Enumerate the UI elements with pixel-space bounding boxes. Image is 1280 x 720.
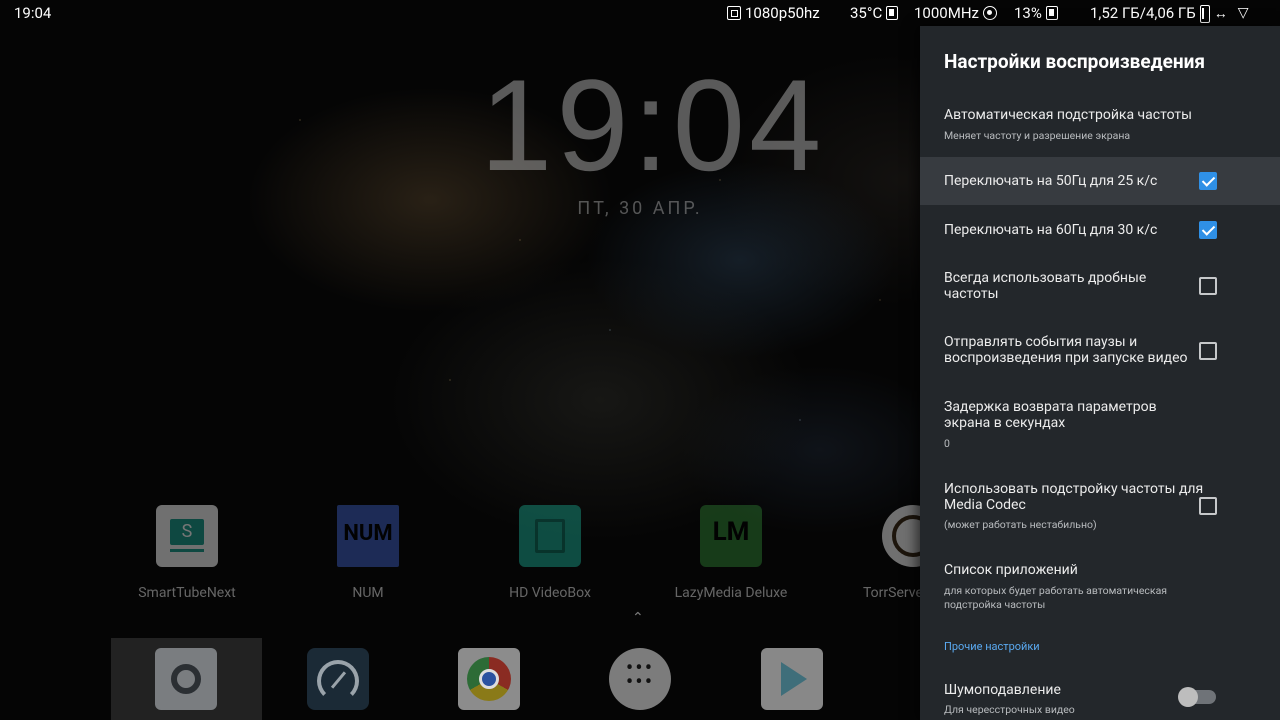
chrome-icon[interactable] xyxy=(458,648,520,710)
checkbox-pause-events[interactable] xyxy=(1199,342,1217,360)
app-lazymedia-deluxe[interactable]: LM LazyMedia Deluxe xyxy=(641,505,821,601)
pref-title: Список приложений xyxy=(944,562,1078,578)
app-torrserve[interactable]: TorrServe xyxy=(822,505,920,601)
status-time: 19:04 xyxy=(14,4,52,22)
thermometer-icon xyxy=(886,6,899,20)
app-label: SmartTubeNext xyxy=(138,585,236,601)
smarttube-icon: S xyxy=(156,505,218,567)
cpu-icon xyxy=(982,6,997,20)
status-resolution: 1080p50hz xyxy=(727,4,820,22)
resolution-text: 1080p50hz xyxy=(745,4,820,22)
pref-summary: 0 xyxy=(944,437,950,450)
wifi-icon: ▽ xyxy=(1237,5,1249,21)
section-other-settings: Прочие настройки xyxy=(944,640,1040,653)
lazymedia-icon-text: LM xyxy=(712,517,750,547)
pref-media-codec[interactable]: Использовать подстройку частоты для Medi… xyxy=(920,466,1280,536)
all-apps-icon[interactable]: ••• ••• xyxy=(609,648,671,710)
pref-restore-delay[interactable]: Задержка возврата параметров экрана в се… xyxy=(920,386,1280,456)
num-icon: NUM xyxy=(337,505,399,567)
noise-reduction-toggle[interactable] xyxy=(1178,687,1216,707)
pref-summary: Меняет частоту и разрешение экрана xyxy=(944,129,1131,142)
network-arrows-icon: ↔ xyxy=(1213,5,1228,22)
pref-summary: (может работать нестабильно) xyxy=(944,518,1097,531)
display-icon xyxy=(727,6,741,20)
status-bar: 19:04 1080p50hz 35°C 1000MHz 13% 1,52 ГБ… xyxy=(0,0,1280,26)
pref-title: Автоматическая подстройка частоты xyxy=(944,107,1193,123)
playback-settings-panel: Настройки воспроизведения Автоматическая… xyxy=(920,26,1280,720)
app-smarttubenext[interactable]: S SmartTubeNext xyxy=(97,505,277,601)
status-memory: 1,52 ГБ/4,06 ГБ ↔ ▽ xyxy=(1090,4,1249,23)
panel-title: Настройки воспроизведения xyxy=(944,50,1205,73)
pref-fractional-rates[interactable]: Всегда использовать дробные частоты xyxy=(920,256,1280,316)
hdvideobox-icon xyxy=(519,505,581,567)
checkbox-media-codec[interactable] xyxy=(1199,497,1217,515)
pref-app-list[interactable]: Список приложений для которых будет рабо… xyxy=(920,551,1280,616)
pref-title: Переключать на 50Гц для 25 к/с xyxy=(944,173,1158,189)
cpu-load-icon xyxy=(1045,6,1058,20)
status-temperature: 35°C xyxy=(850,4,899,22)
pref-title: Переключать на 60Гц для 30 к/с xyxy=(944,222,1158,238)
torrserve-icon xyxy=(882,505,920,567)
memory-text: 1,52 ГБ/4,06 ГБ xyxy=(1090,4,1196,22)
checkbox-60hz[interactable] xyxy=(1199,221,1217,239)
num-icon-text: NUM xyxy=(343,521,393,546)
toggle-knob xyxy=(1178,687,1198,707)
cpu-load-text: 13% xyxy=(1014,4,1042,22)
pref-auto-frame-rate[interactable]: Автоматическая подстройка частоты Меняет… xyxy=(920,104,1280,154)
pref-title: Отправлять события паузы и воспроизведен… xyxy=(944,334,1188,366)
pref-pause-events[interactable]: Отправлять события паузы и воспроизведен… xyxy=(920,320,1280,380)
pref-switch-50hz[interactable]: Переключать на 50Гц для 25 к/с xyxy=(920,157,1280,205)
app-num[interactable]: NUM NUM xyxy=(278,505,458,601)
pref-summary: для которых будет работать автоматическа… xyxy=(944,584,1168,611)
app-label: HD VideoBox xyxy=(509,585,591,601)
pref-title: Задержка возврата параметров экрана в се… xyxy=(944,399,1157,431)
app-hd-videobox[interactable]: HD VideoBox xyxy=(460,505,640,601)
clock-time: 19:04 xyxy=(480,52,826,198)
chevron-up-icon[interactable]: ⌃ xyxy=(632,610,644,626)
status-cpu-load: 13% xyxy=(1014,4,1058,22)
checkbox-50hz[interactable] xyxy=(1199,172,1217,190)
cpu-freq-text: 1000MHz xyxy=(914,4,979,22)
app-label: TorrServe xyxy=(863,585,920,601)
ram-icon xyxy=(1199,5,1210,23)
temperature-text: 35°C xyxy=(850,4,883,22)
pref-switch-60hz[interactable]: Переключать на 60Гц для 30 к/с xyxy=(920,206,1280,254)
checkbox-fractional-rates[interactable] xyxy=(1199,277,1217,295)
play-store-icon[interactable] xyxy=(761,648,823,710)
pref-summary: Для чересстрочных видео xyxy=(944,703,1075,716)
pref-title: Использовать подстройку частоты для Medi… xyxy=(944,481,1204,513)
pref-noise-reduction[interactable]: Шумоподавление Для чересстрочных видео xyxy=(920,671,1280,720)
app-label: LazyMedia Deluxe xyxy=(674,585,788,601)
speedometer-icon[interactable] xyxy=(307,648,369,710)
clock-date: ПТ, 30 АПР. xyxy=(577,198,703,219)
pref-title: Шумоподавление xyxy=(944,682,1061,698)
pref-title: Всегда использовать дробные частоты xyxy=(944,270,1147,302)
lazymedia-icon: LM xyxy=(700,505,762,567)
app-label: NUM xyxy=(352,585,384,601)
settings-icon[interactable] xyxy=(155,648,217,710)
status-cpu-freq: 1000MHz xyxy=(914,4,997,22)
